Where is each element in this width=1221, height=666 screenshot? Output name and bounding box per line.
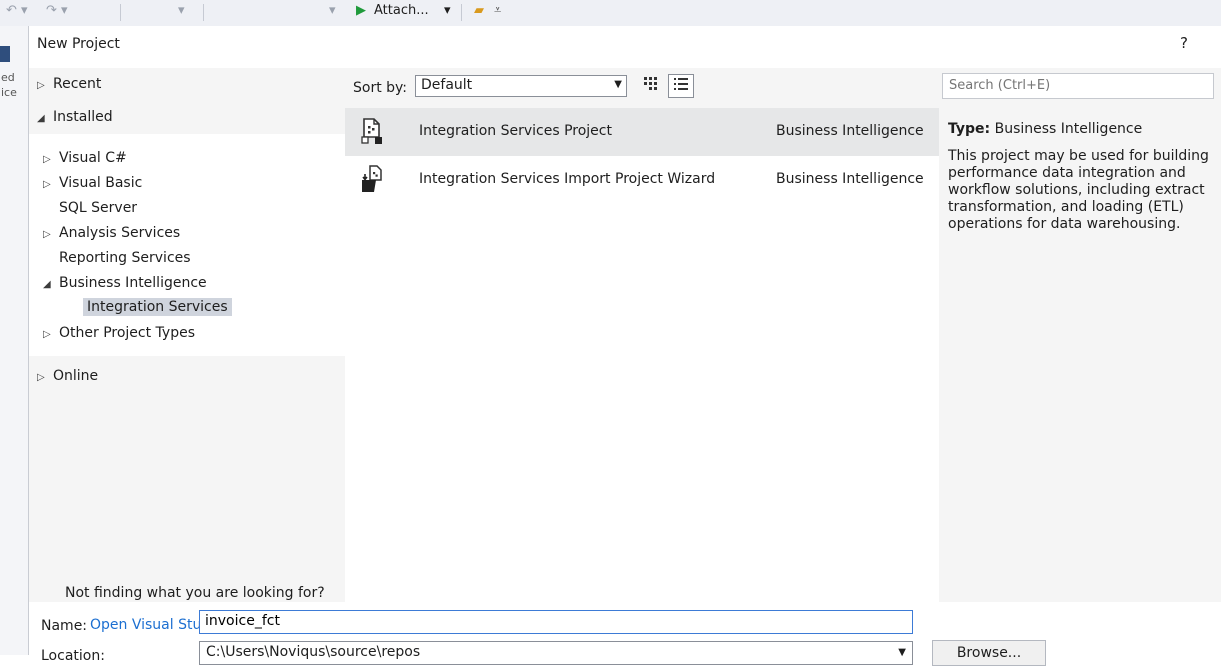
- expand-arrow-icon[interactable]: ▷: [37, 80, 53, 91]
- location-label: Location:: [41, 648, 105, 664]
- solution-explorer-tab[interactable]: [0, 46, 10, 62]
- chevron-down-icon: ▼: [614, 79, 622, 90]
- collapse-arrow-icon[interactable]: ◢: [43, 279, 59, 290]
- undo-icon[interactable]: ↶ ▾: [6, 3, 28, 18]
- expand-arrow-icon[interactable]: ▷: [43, 179, 59, 190]
- template-description: This project may be used for building pe…: [948, 148, 1209, 232]
- template-row-ssis-project[interactable]: Integration Services Project Business In…: [345, 108, 939, 156]
- collapse-arrow-icon[interactable]: ◢: [37, 113, 53, 124]
- tree-item-label: Online: [53, 368, 99, 384]
- sort-by-value: Default: [421, 77, 473, 93]
- template-row-ssis-import-wizard[interactable]: Integration Services Import Project Wiza…: [345, 156, 939, 204]
- sort-by-select[interactable]: Default ▼: [415, 75, 627, 97]
- chevron-down-icon[interactable]: ▼: [898, 647, 906, 658]
- type-label: Type:: [948, 121, 991, 137]
- installed-tree-box: ▷ Visual C# ▷ Visual Basic SQL Server ▷ Ana…: [29, 134, 345, 356]
- tree-item-label: Recent: [53, 76, 102, 92]
- tree-item-recent[interactable]: ▷ Recent: [37, 76, 101, 92]
- name-field[interactable]: [199, 610, 913, 634]
- small-icons-view-icon[interactable]: [640, 75, 662, 97]
- tree-item-label: Reporting Services: [59, 250, 191, 266]
- search-box[interactable]: [942, 73, 1214, 99]
- tree-item-label: Visual C#: [59, 150, 127, 166]
- browse-button[interactable]: Browse...: [932, 640, 1046, 666]
- templates-pane: Sort by: Default ▼ Integration Services …: [345, 68, 939, 602]
- type-value: Business Intelligence: [994, 121, 1143, 137]
- sort-by-label: Sort by:: [353, 80, 408, 96]
- expand-arrow-icon[interactable]: ▷: [43, 229, 59, 240]
- toolbar-overflow-icon[interactable]: ⩡: [494, 3, 501, 18]
- tree-item-reporting-services[interactable]: Reporting Services: [59, 250, 191, 266]
- dialog-title: New Project: [37, 36, 120, 52]
- search-input[interactable]: [943, 74, 1210, 96]
- not-finding-text: Not finding what you are looking for?: [65, 585, 325, 601]
- solution-explorer-fragment: ed: [1, 71, 15, 84]
- config-dropdown-icon[interactable]: ▾: [178, 3, 185, 18]
- tree-item-visual-csharp[interactable]: ▷ Visual C#: [43, 150, 127, 166]
- tree-item-label: Installed: [53, 109, 113, 125]
- template-name: Integration Services Import Project Wiza…: [419, 171, 716, 187]
- tree-item-label: Integration Services: [83, 298, 232, 316]
- expand-arrow-icon[interactable]: ▷: [43, 154, 59, 165]
- tree-item-label: Analysis Services: [59, 225, 181, 241]
- grid-icon: [644, 77, 657, 90]
- redo-icon[interactable]: ↷ ▾: [46, 3, 68, 18]
- tree-item-sql-server[interactable]: SQL Server: [59, 200, 137, 216]
- list-view-icon[interactable]: [668, 74, 694, 98]
- location-value: C:\Users\Noviqus\source\repos: [206, 644, 421, 660]
- name-label: Name:: [41, 618, 88, 634]
- find-in-files-icon[interactable]: ▰: [474, 3, 484, 18]
- tree-item-analysis-services[interactable]: ▷ Analysis Services: [43, 225, 180, 241]
- template-type-line: Type: Business Intelligence: [948, 121, 1142, 137]
- tree-item-visual-basic[interactable]: ▷ Visual Basic: [43, 175, 142, 191]
- template-category: Business Intelligence: [776, 171, 924, 187]
- tree-item-integration-services[interactable]: Integration Services: [83, 298, 232, 316]
- expand-arrow-icon[interactable]: ▷: [37, 372, 53, 383]
- tree-item-label: Business Intelligence: [59, 275, 207, 291]
- solution-explorer-fragment: ice: [1, 86, 17, 99]
- new-project-dialog: New Project ? ▷ Recent ◢ Installed ▷ Visual…: [28, 26, 1221, 666]
- template-details-pane: Type: Business Intelligence This project…: [939, 68, 1221, 602]
- toolbar-divider: [203, 4, 204, 21]
- location-combobox[interactable]: C:\Users\Noviqus\source\repos ▼: [199, 641, 913, 665]
- ssis-import-wizard-icon: [362, 165, 382, 192]
- tree-item-label: Other Project Types: [59, 325, 196, 341]
- name-input[interactable]: [200, 611, 910, 631]
- help-button[interactable]: ?: [1180, 34, 1188, 52]
- ide-toolbar: ↶ ▾ ↷ ▾ ▾ ▾ ▶ Attach... ▾ ▰ ⩡: [0, 0, 1221, 27]
- platform-dropdown-icon[interactable]: ▾: [329, 3, 336, 18]
- tree-item-installed[interactable]: ◢ Installed: [37, 109, 113, 125]
- tree-item-online[interactable]: ▷ Online: [37, 368, 98, 384]
- attach-dropdown-icon[interactable]: ▾: [444, 3, 451, 18]
- ssis-project-icon: [361, 118, 382, 144]
- template-categories-pane: ▷ Recent ◢ Installed ▷ Visual C# ▷ Visual Ba…: [29, 68, 345, 633]
- tree-item-other-project-types[interactable]: ▷ Other Project Types: [43, 325, 195, 341]
- template-name: Integration Services Project: [419, 123, 612, 139]
- tree-item-business-intelligence[interactable]: ◢ Business Intelligence: [43, 275, 207, 291]
- template-category: Business Intelligence: [776, 123, 924, 139]
- toolbar-divider: [461, 4, 462, 21]
- attach-button[interactable]: Attach...: [374, 3, 429, 18]
- expand-arrow-icon[interactable]: ▷: [43, 329, 59, 340]
- toolbar-divider: [120, 4, 121, 21]
- tree-item-label: Visual Basic: [59, 175, 143, 191]
- start-icon[interactable]: ▶: [356, 3, 366, 18]
- tree-item-label: SQL Server: [59, 200, 138, 216]
- ide-left-edge: ed ice: [0, 26, 29, 655]
- template-list: Integration Services Project Business In…: [345, 108, 939, 602]
- list-icon: [674, 78, 688, 90]
